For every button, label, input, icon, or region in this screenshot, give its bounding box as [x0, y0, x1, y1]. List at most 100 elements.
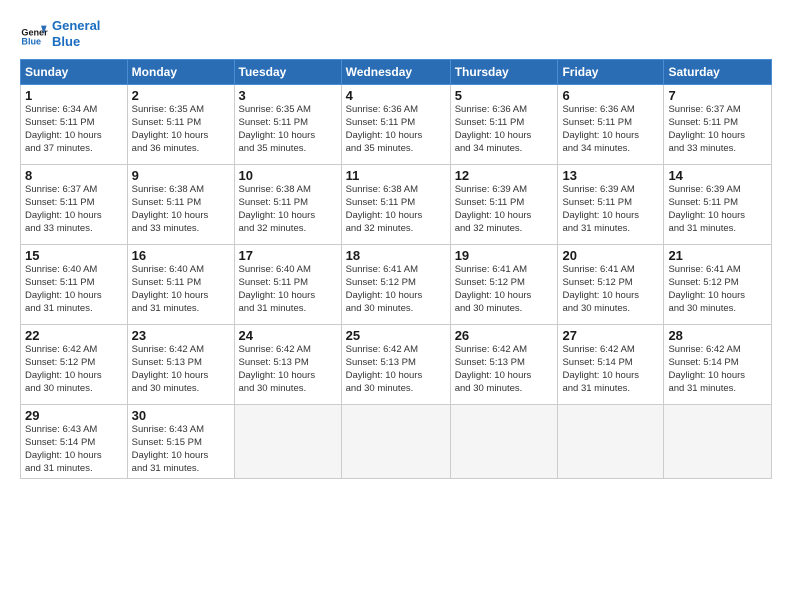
- day-info: Sunrise: 6:43 AM Sunset: 5:14 PM Dayligh…: [25, 424, 123, 475]
- day-info: Sunrise: 6:37 AM Sunset: 5:11 PM Dayligh…: [668, 104, 767, 155]
- day-number: 13: [562, 168, 659, 183]
- day-number: 19: [455, 248, 554, 263]
- calendar-cell: 4Sunrise: 6:36 AM Sunset: 5:11 PM Daylig…: [341, 85, 450, 165]
- calendar-cell: 27Sunrise: 6:42 AM Sunset: 5:14 PM Dayli…: [558, 325, 664, 405]
- calendar-cell: 28Sunrise: 6:42 AM Sunset: 5:14 PM Dayli…: [664, 325, 772, 405]
- calendar-cell: 21Sunrise: 6:41 AM Sunset: 5:12 PM Dayli…: [664, 245, 772, 325]
- day-number: 15: [25, 248, 123, 263]
- day-info: Sunrise: 6:39 AM Sunset: 5:11 PM Dayligh…: [562, 184, 659, 235]
- calendar-cell: [664, 405, 772, 479]
- day-info: Sunrise: 6:42 AM Sunset: 5:13 PM Dayligh…: [455, 344, 554, 395]
- day-info: Sunrise: 6:41 AM Sunset: 5:12 PM Dayligh…: [668, 264, 767, 315]
- day-info: Sunrise: 6:36 AM Sunset: 5:11 PM Dayligh…: [346, 104, 446, 155]
- calendar-cell: 18Sunrise: 6:41 AM Sunset: 5:12 PM Dayli…: [341, 245, 450, 325]
- calendar-cell: 9Sunrise: 6:38 AM Sunset: 5:11 PM Daylig…: [127, 165, 234, 245]
- day-number: 1: [25, 88, 123, 103]
- logo: General Blue General Blue: [20, 18, 100, 49]
- day-info: Sunrise: 6:42 AM Sunset: 5:14 PM Dayligh…: [668, 344, 767, 395]
- day-number: 7: [668, 88, 767, 103]
- svg-text:Blue: Blue: [21, 36, 41, 46]
- header-saturday: Saturday: [664, 60, 772, 85]
- header: General Blue General Blue: [20, 18, 772, 49]
- day-number: 24: [239, 328, 337, 343]
- calendar-cell: 29Sunrise: 6:43 AM Sunset: 5:14 PM Dayli…: [21, 405, 128, 479]
- logo-general: General: [52, 18, 100, 33]
- day-number: 27: [562, 328, 659, 343]
- day-number: 30: [132, 408, 230, 423]
- day-info: Sunrise: 6:35 AM Sunset: 5:11 PM Dayligh…: [239, 104, 337, 155]
- calendar-cell: 17Sunrise: 6:40 AM Sunset: 5:11 PM Dayli…: [234, 245, 341, 325]
- day-info: Sunrise: 6:41 AM Sunset: 5:12 PM Dayligh…: [346, 264, 446, 315]
- day-number: 18: [346, 248, 446, 263]
- day-number: 17: [239, 248, 337, 263]
- day-number: 28: [668, 328, 767, 343]
- header-friday: Friday: [558, 60, 664, 85]
- day-number: 3: [239, 88, 337, 103]
- day-number: 26: [455, 328, 554, 343]
- calendar-cell: 8Sunrise: 6:37 AM Sunset: 5:11 PM Daylig…: [21, 165, 128, 245]
- calendar-cell: 3Sunrise: 6:35 AM Sunset: 5:11 PM Daylig…: [234, 85, 341, 165]
- calendar-cell: 6Sunrise: 6:36 AM Sunset: 5:11 PM Daylig…: [558, 85, 664, 165]
- header-tuesday: Tuesday: [234, 60, 341, 85]
- calendar-cell: 11Sunrise: 6:38 AM Sunset: 5:11 PM Dayli…: [341, 165, 450, 245]
- day-info: Sunrise: 6:43 AM Sunset: 5:15 PM Dayligh…: [132, 424, 230, 475]
- day-info: Sunrise: 6:42 AM Sunset: 5:13 PM Dayligh…: [346, 344, 446, 395]
- calendar-cell: 5Sunrise: 6:36 AM Sunset: 5:11 PM Daylig…: [450, 85, 558, 165]
- calendar-cell: 20Sunrise: 6:41 AM Sunset: 5:12 PM Dayli…: [558, 245, 664, 325]
- day-info: Sunrise: 6:40 AM Sunset: 5:11 PM Dayligh…: [132, 264, 230, 315]
- logo-icon: General Blue: [20, 20, 48, 48]
- day-info: Sunrise: 6:38 AM Sunset: 5:11 PM Dayligh…: [132, 184, 230, 235]
- day-info: Sunrise: 6:41 AM Sunset: 5:12 PM Dayligh…: [455, 264, 554, 315]
- header-monday: Monday: [127, 60, 234, 85]
- calendar-cell: 15Sunrise: 6:40 AM Sunset: 5:11 PM Dayli…: [21, 245, 128, 325]
- page: General Blue General Blue Sunday Monday …: [0, 0, 792, 612]
- calendar-cell: 12Sunrise: 6:39 AM Sunset: 5:11 PM Dayli…: [450, 165, 558, 245]
- calendar-cell: 30Sunrise: 6:43 AM Sunset: 5:15 PM Dayli…: [127, 405, 234, 479]
- day-number: 9: [132, 168, 230, 183]
- day-info: Sunrise: 6:42 AM Sunset: 5:12 PM Dayligh…: [25, 344, 123, 395]
- calendar-cell: [234, 405, 341, 479]
- calendar-cell: 23Sunrise: 6:42 AM Sunset: 5:13 PM Dayli…: [127, 325, 234, 405]
- calendar-cell: 24Sunrise: 6:42 AM Sunset: 5:13 PM Dayli…: [234, 325, 341, 405]
- header-thursday: Thursday: [450, 60, 558, 85]
- calendar-cell: 14Sunrise: 6:39 AM Sunset: 5:11 PM Dayli…: [664, 165, 772, 245]
- calendar-cell: 16Sunrise: 6:40 AM Sunset: 5:11 PM Dayli…: [127, 245, 234, 325]
- day-number: 21: [668, 248, 767, 263]
- day-info: Sunrise: 6:40 AM Sunset: 5:11 PM Dayligh…: [239, 264, 337, 315]
- calendar-cell: 10Sunrise: 6:38 AM Sunset: 5:11 PM Dayli…: [234, 165, 341, 245]
- day-number: 2: [132, 88, 230, 103]
- day-number: 20: [562, 248, 659, 263]
- day-info: Sunrise: 6:40 AM Sunset: 5:11 PM Dayligh…: [25, 264, 123, 315]
- header-sunday: Sunday: [21, 60, 128, 85]
- day-number: 6: [562, 88, 659, 103]
- calendar-cell: 25Sunrise: 6:42 AM Sunset: 5:13 PM Dayli…: [341, 325, 450, 405]
- logo-blue: Blue: [52, 34, 80, 49]
- day-number: 10: [239, 168, 337, 183]
- day-info: Sunrise: 6:42 AM Sunset: 5:14 PM Dayligh…: [562, 344, 659, 395]
- day-info: Sunrise: 6:42 AM Sunset: 5:13 PM Dayligh…: [239, 344, 337, 395]
- day-info: Sunrise: 6:34 AM Sunset: 5:11 PM Dayligh…: [25, 104, 123, 155]
- header-wednesday: Wednesday: [341, 60, 450, 85]
- calendar-cell: 13Sunrise: 6:39 AM Sunset: 5:11 PM Dayli…: [558, 165, 664, 245]
- day-number: 22: [25, 328, 123, 343]
- day-info: Sunrise: 6:39 AM Sunset: 5:11 PM Dayligh…: [455, 184, 554, 235]
- day-info: Sunrise: 6:36 AM Sunset: 5:11 PM Dayligh…: [455, 104, 554, 155]
- weekday-header-row: Sunday Monday Tuesday Wednesday Thursday…: [21, 60, 772, 85]
- calendar-cell: 19Sunrise: 6:41 AM Sunset: 5:12 PM Dayli…: [450, 245, 558, 325]
- day-number: 16: [132, 248, 230, 263]
- day-info: Sunrise: 6:41 AM Sunset: 5:12 PM Dayligh…: [562, 264, 659, 315]
- calendar-cell: [450, 405, 558, 479]
- day-number: 14: [668, 168, 767, 183]
- day-info: Sunrise: 6:38 AM Sunset: 5:11 PM Dayligh…: [239, 184, 337, 235]
- day-number: 4: [346, 88, 446, 103]
- calendar-cell: 7Sunrise: 6:37 AM Sunset: 5:11 PM Daylig…: [664, 85, 772, 165]
- day-info: Sunrise: 6:38 AM Sunset: 5:11 PM Dayligh…: [346, 184, 446, 235]
- day-number: 5: [455, 88, 554, 103]
- calendar: Sunday Monday Tuesday Wednesday Thursday…: [20, 59, 772, 479]
- calendar-cell: [341, 405, 450, 479]
- day-info: Sunrise: 6:37 AM Sunset: 5:11 PM Dayligh…: [25, 184, 123, 235]
- day-number: 25: [346, 328, 446, 343]
- calendar-cell: 22Sunrise: 6:42 AM Sunset: 5:12 PM Dayli…: [21, 325, 128, 405]
- day-info: Sunrise: 6:42 AM Sunset: 5:13 PM Dayligh…: [132, 344, 230, 395]
- day-info: Sunrise: 6:35 AM Sunset: 5:11 PM Dayligh…: [132, 104, 230, 155]
